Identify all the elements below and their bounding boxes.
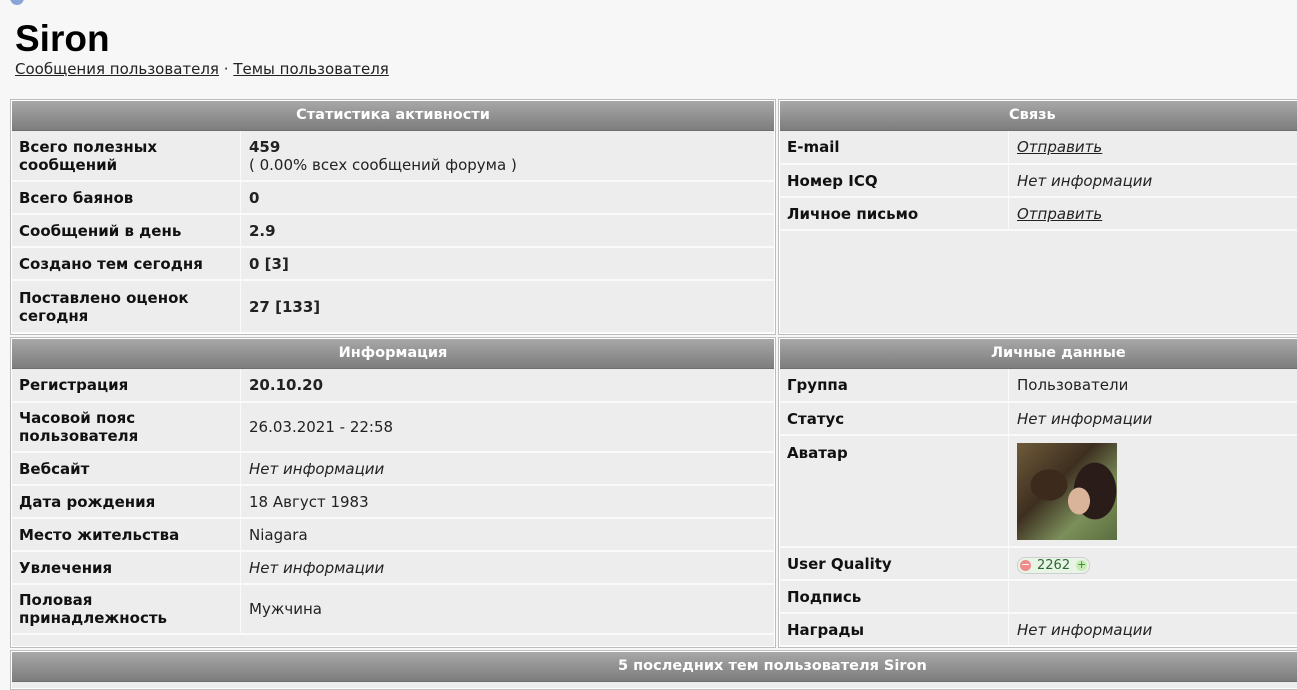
row-label: Увлечения: [11, 551, 241, 584]
user-quality-rating: − 2262 +: [1017, 557, 1090, 574]
recent-topics-header: 5 последних тем пользователя Siron: [11, 651, 1297, 682]
table-row: Всего баянов 0: [11, 181, 775, 214]
row-value: 0 [3]: [241, 247, 776, 280]
row-value: 459 ( 0.00% всех сообщений форума ): [241, 131, 776, 181]
table-row: Личное письмо Отправить: [779, 197, 1297, 230]
row-value: Пользователи: [1009, 369, 1297, 402]
rating-minus-button[interactable]: −: [1020, 560, 1031, 571]
row-value: Мужчина: [241, 584, 776, 634]
row-label: Всего полезных сообщений: [11, 131, 241, 181]
information-header: Информация: [11, 338, 775, 369]
user-links: Сообщения пользователя · Темы пользовате…: [15, 60, 389, 78]
row-value: Нет информации: [1009, 402, 1297, 435]
recent-topics-panel: 5 последних тем пользователя Siron: [10, 650, 1297, 690]
user-posts-link[interactable]: Сообщения пользователя: [15, 60, 219, 78]
table-row: Часовой пояс пользователя 26.03.2021 - 2…: [11, 402, 775, 452]
activity-table: Всего полезных сообщений 459 ( 0.00% все…: [11, 131, 775, 334]
total-posts-value: 459: [249, 138, 767, 156]
table-row: Номер ICQ Нет информации: [779, 164, 1297, 197]
table-row: Дата рождения 18 Август 1983: [11, 485, 775, 518]
rating-plus-button[interactable]: +: [1076, 560, 1087, 571]
row-value: [1009, 435, 1297, 547]
row-value: − 2262 +: [1009, 547, 1297, 580]
user-topics-link[interactable]: Темы пользователя: [233, 60, 389, 78]
pm-send-link[interactable]: Отправить: [1009, 197, 1297, 230]
total-posts-share: ( 0.00% всех сообщений форума ): [249, 156, 767, 174]
row-value: 0: [241, 181, 776, 214]
row-label: Дата рождения: [11, 485, 241, 518]
contact-table: E-mail Отправить Номер ICQ Нет информаци…: [779, 131, 1297, 231]
activity-panel: Статистика активности Всего полезных соо…: [10, 99, 776, 335]
row-value: Niagara: [241, 518, 776, 551]
table-row: Создано тем сегодня 0 [3]: [11, 247, 775, 280]
rating-value: 2262: [1037, 558, 1070, 573]
row-label: Половая принадлежность: [11, 584, 241, 634]
row-label: Номер ICQ: [779, 164, 1009, 197]
row-label: Создано тем сегодня: [11, 247, 241, 280]
activity-header: Статистика активности: [11, 100, 775, 131]
table-row: Статус Нет информации: [779, 402, 1297, 435]
avatar: [1017, 443, 1117, 540]
link-separator: ·: [224, 60, 229, 78]
row-value: 2.9: [241, 214, 776, 247]
table-row: Вебсайт Нет информации: [11, 452, 775, 485]
row-label: Вебсайт: [11, 452, 241, 485]
personal-table: Группа Пользователи Статус Нет информаци…: [779, 369, 1297, 647]
row-value: Нет информации: [241, 452, 776, 485]
row-label: Место жительства: [11, 518, 241, 551]
row-label: User Quality: [779, 547, 1009, 580]
row-value: 27 [133]: [241, 280, 776, 333]
information-table: Регистрация 20.10.20 Часовой пояс пользо…: [11, 369, 775, 635]
table-row: Поставлено оценок сегодня 27 [133]: [11, 280, 775, 333]
row-label: Всего баянов: [11, 181, 241, 214]
personal-header: Личные данные: [779, 338, 1297, 369]
table-row: Награды Нет информации: [779, 613, 1297, 646]
personal-panel: Личные данные Группа Пользователи Статус…: [778, 337, 1297, 648]
table-row: Регистрация 20.10.20: [11, 369, 775, 402]
information-panel: Информация Регистрация 20.10.20 Часовой …: [10, 337, 776, 648]
email-send-link[interactable]: Отправить: [1009, 131, 1297, 164]
table-row: Подпись: [779, 580, 1297, 613]
table-row: User Quality − 2262 +: [779, 547, 1297, 580]
row-value: Нет информации: [241, 551, 776, 584]
top-strip: [0, 0, 1297, 6]
row-value: Нет информации: [1009, 613, 1297, 646]
row-value: [1009, 580, 1297, 613]
table-row: Группа Пользователи: [779, 369, 1297, 402]
row-label: Часовой пояс пользователя: [11, 402, 241, 452]
row-label: Статус: [779, 402, 1009, 435]
table-row: Аватар: [779, 435, 1297, 547]
row-label: Подпись: [779, 580, 1009, 613]
row-value: Нет информации: [1009, 164, 1297, 197]
table-row: Всего полезных сообщений 459 ( 0.00% все…: [11, 131, 775, 181]
row-value: 18 Август 1983: [241, 485, 776, 518]
row-label: E-mail: [779, 131, 1009, 164]
row-label: Сообщений в день: [11, 214, 241, 247]
contact-panel: Связь E-mail Отправить Номер ICQ Нет инф…: [778, 99, 1297, 335]
row-label: Регистрация: [11, 369, 241, 402]
browser-icon: [10, 0, 24, 5]
contact-header: Связь: [779, 100, 1297, 131]
row-value: 26.03.2021 - 22:58: [241, 402, 776, 452]
row-label: Личное письмо: [779, 197, 1009, 230]
page-title: Siron: [15, 18, 110, 60]
table-row: Увлечения Нет информации: [11, 551, 775, 584]
row-label: Группа: [779, 369, 1009, 402]
table-row: Место жительства Niagara: [11, 518, 775, 551]
table-row: Половая принадлежность Мужчина: [11, 584, 775, 634]
row-value: 20.10.20: [241, 369, 776, 402]
row-label: Аватар: [779, 435, 1009, 547]
table-row: E-mail Отправить: [779, 131, 1297, 164]
table-row: Сообщений в день 2.9: [11, 214, 775, 247]
row-label: Поставлено оценок сегодня: [11, 280, 241, 333]
row-label: Награды: [779, 613, 1009, 646]
